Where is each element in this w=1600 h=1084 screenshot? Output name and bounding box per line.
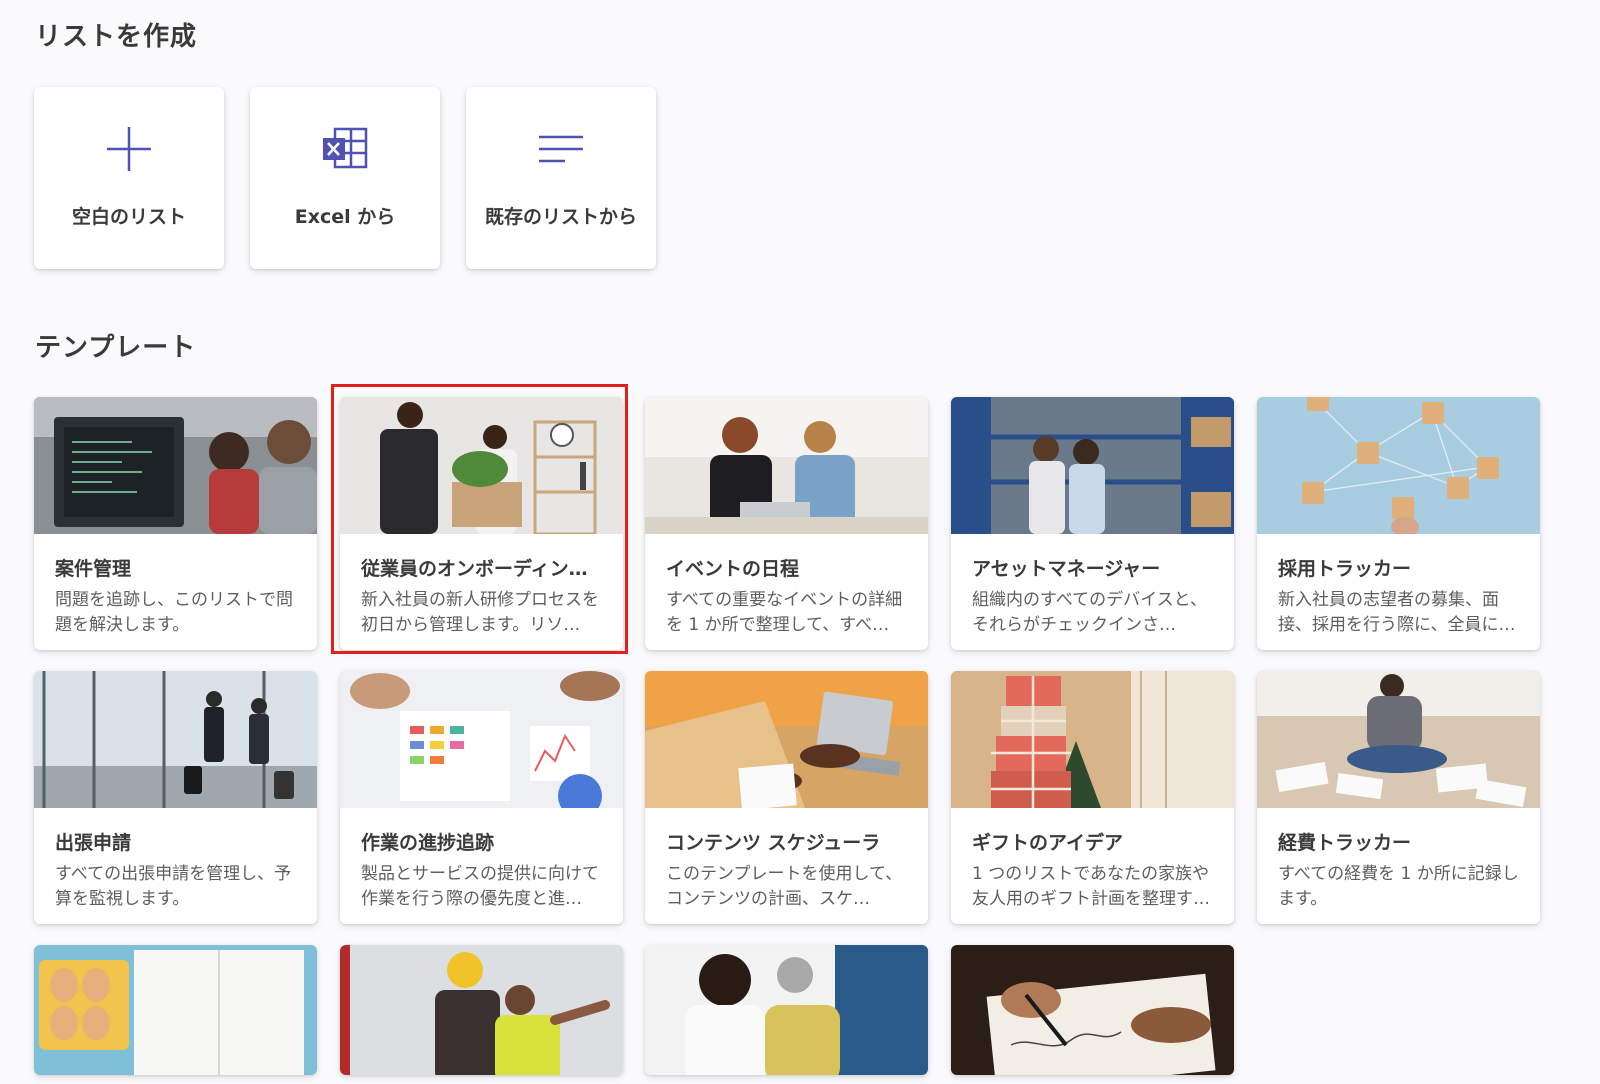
templates-heading: テンプレート [35,333,197,363]
template-description: すべての出張申請を管理し、予算を監視します。 [55,864,292,909]
template-card-incident-report[interactable] [340,945,623,1075]
template-description: このテンプレートを使用して、コンテンツの計画、スケ… [666,864,903,909]
from-existing-list-label: 既存のリストから [484,206,637,228]
from-existing-list-button[interactable]: 既存のリストから [466,87,656,269]
template-thumbnail [1257,397,1540,534]
template-card-content-scheduler[interactable]: コンテンツ スケジューラ このテンプレートを使用して、コンテンツの計画、スケ… [645,671,928,924]
template-thumbnail [645,397,928,534]
template-thumbnail [645,671,928,808]
template-card-gift-ideas[interactable]: ギフトのアイデア 1 つのリストであなたの家族や友人用のギフト計画を整理す… [951,671,1234,924]
list-lines-icon [466,125,656,173]
plus-icon [34,125,224,173]
template-thumbnail [951,671,1234,808]
template-card-employee-onboarding[interactable]: 従業員のオンボーディン… 新入社員の新人研修プロセスを初日から管理します。リソ… [340,397,623,650]
template-card-recipe-tracker[interactable] [34,945,317,1075]
template-thumbnail [34,397,317,534]
template-thumbnail [340,397,623,534]
template-title: 出張申請 [55,832,132,854]
from-excel-label: Excel から [294,206,396,228]
template-description: 組織内のすべてのデバイスと、それらがチェックインさ… [972,590,1207,635]
create-list-heading: リストを作成 [35,22,198,52]
template-card-expense-tracker[interactable]: 経費トラッカー すべての経費を 1 か所に記録します。 [1257,671,1540,924]
template-card-event-itinerary[interactable]: イベントの日程 すべての重要なイベントの詳細を 1 か所で整理して、すべ… [645,397,928,650]
template-card-work-progress-tracker[interactable]: 作業の進捗追跡 製品とサービスの提供に向けて作業を行う際の優先度と進… [340,671,623,924]
template-thumbnail [951,397,1234,534]
excel-icon [250,125,440,173]
template-description: 1 つのリストであなたの家族や友人用のギフト計画を整理す… [972,864,1210,909]
template-title: コンテンツ スケジューラ [666,832,881,854]
template-title: 経費トラッカー [1278,832,1412,854]
template-card-document-signing[interactable] [951,945,1234,1075]
from-excel-button[interactable]: Excel から [250,87,440,269]
template-thumbnail [340,671,623,808]
template-title: 作業の進捗追跡 [361,832,495,854]
template-description: すべての重要なイベントの詳細を 1 か所で整理して、すべ… [666,590,903,635]
template-thumbnail [951,945,1234,1075]
template-description: 問題を追跡し、このリストで問題を解決します。 [55,590,293,635]
template-card-recruitment-tracker[interactable]: 採用トラッカー 新入社員の志望者の募集、面接、採用を行う際に、全員に… [1257,397,1540,650]
template-thumbnail [645,945,928,1075]
template-card-patient-care[interactable] [645,945,928,1075]
template-card-asset-manager[interactable]: アセットマネージャー 組織内のすべてのデバイスと、それらがチェックインさ… [951,397,1234,650]
template-card-travel-requests[interactable]: 出張申請 すべての出張申請を管理し、予算を監視します。 [34,671,317,924]
template-thumbnail [34,945,317,1075]
template-description: 新入社員の新人研修プロセスを初日から管理します。リソ… [361,590,599,635]
template-thumbnail [1257,671,1540,808]
template-title: ギフトのアイデア [972,832,1124,854]
template-description: 製品とサービスの提供に向けて作業を行う際の優先度と進… [361,864,599,909]
template-title: 採用トラッカー [1278,558,1412,580]
template-thumbnail [34,671,317,808]
template-title: 従業員のオンボーディン… [361,558,588,580]
template-card-issue-tracking[interactable]: 案件管理 問題を追跡し、このリストで問題を解決します。 [34,397,317,650]
template-description: 新入社員の志望者の募集、面接、採用を行う際に、全員に… [1278,590,1516,635]
template-thumbnail [340,945,623,1075]
template-title: アセットマネージャー [972,558,1161,580]
blank-list-label: 空白のリスト [71,206,186,228]
template-title: 案件管理 [55,558,132,580]
template-description: すべての経費を 1 か所に記録します。 [1278,864,1519,909]
blank-list-button[interactable]: 空白のリスト [34,87,224,269]
template-title: イベントの日程 [666,558,800,580]
